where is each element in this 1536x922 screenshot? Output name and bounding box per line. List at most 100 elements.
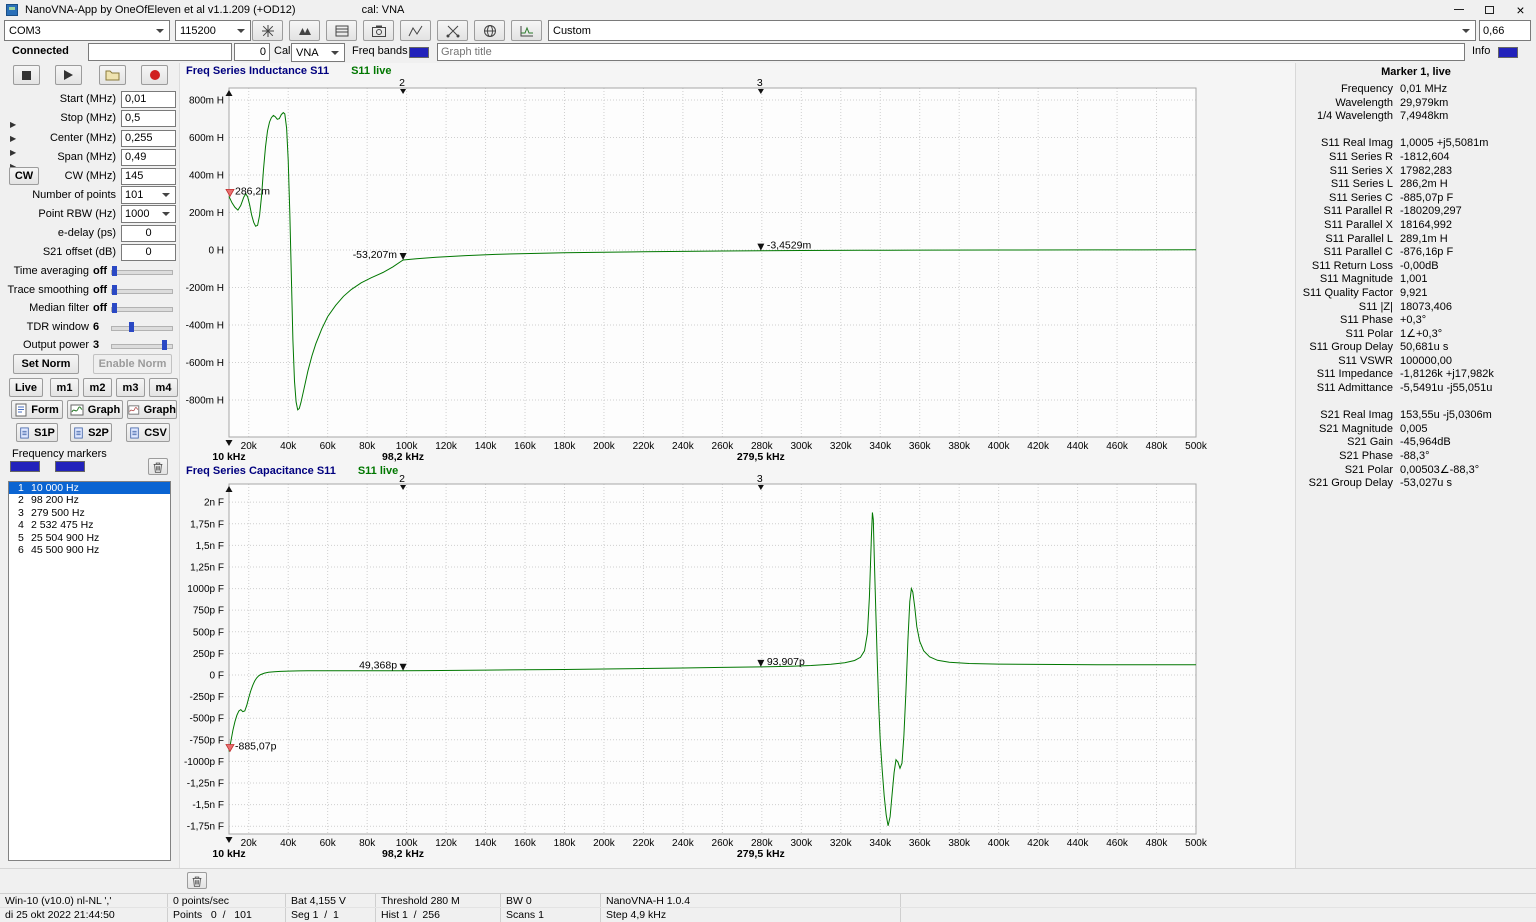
cw-mhz-label: CW (MHz): [39, 170, 121, 182]
slider-handle[interactable]: [162, 340, 167, 350]
graph-title-input[interactable]: [437, 43, 1465, 61]
span-mhz-input[interactable]: [121, 149, 176, 166]
slider-handle[interactable]: [112, 303, 117, 313]
rbw-combo[interactable]: 1000: [121, 205, 176, 223]
marker-frequency: 25 504 900 Hz: [31, 532, 99, 544]
stop-button[interactable]: [13, 65, 40, 85]
center-mhz-input[interactable]: [121, 130, 176, 147]
tdr-window-slider[interactable]: [111, 321, 173, 333]
window-title: NanoVNA-App by OneOfEleven et al v1.1.20…: [25, 4, 296, 16]
trace-live-button[interactable]: Live: [9, 378, 43, 397]
svg-text:40k: 40k: [280, 441, 297, 452]
readout-row: Wavelength29,979km: [1296, 97, 1536, 111]
output-power-label: Output power: [0, 339, 89, 351]
svg-text:500k: 500k: [1185, 441, 1208, 452]
s21-offset-input[interactable]: [121, 244, 176, 261]
svg-text:600m H: 600m H: [189, 133, 224, 144]
enable-norm-button[interactable]: Enable Norm: [93, 354, 172, 374]
count-input[interactable]: [234, 43, 270, 61]
inductance-chart[interactable]: 20k40k60k80k100k120k140k160k180k200k220k…: [180, 78, 1295, 466]
freq-bands-color-swatch[interactable]: [409, 47, 429, 58]
tdr-icon-button[interactable]: [511, 20, 542, 41]
save-s1p-button[interactable]: S1P: [16, 423, 58, 442]
trace-smoothing-slider[interactable]: [111, 284, 173, 296]
cal-mode-combo[interactable]: VNA: [291, 43, 345, 62]
record-button[interactable]: [141, 65, 168, 85]
readout-row: S11 Series L286,2m H: [1296, 178, 1536, 192]
readout-label: S11 Admittance: [1296, 382, 1393, 396]
chart-trash-button[interactable]: [187, 872, 207, 889]
custom-preset-combo[interactable]: Custom: [548, 20, 1476, 41]
play-button[interactable]: [55, 65, 82, 85]
graph-view-button-2[interactable]: Graph: [127, 400, 177, 419]
panes-icon-button[interactable]: [326, 20, 357, 41]
readout-row: S11 VSWR100000,00: [1296, 355, 1536, 369]
file-icon: [129, 426, 140, 440]
slider-handle[interactable]: [112, 285, 117, 295]
graph-view-button-1[interactable]: Graph: [67, 400, 123, 419]
stop-mhz-input[interactable]: [121, 110, 176, 127]
status-cell: Seg 1 / 1: [286, 908, 376, 922]
calibrate-icon-button[interactable]: [252, 20, 283, 41]
cw-mhz-input[interactable]: [121, 168, 176, 185]
capacitance-chart[interactable]: 20k40k60k80k100k120k140k160k180k200k220k…: [180, 474, 1295, 862]
baud-rate-combo[interactable]: 115200: [175, 20, 251, 41]
connection-info-input[interactable]: [88, 43, 232, 61]
screenshot-icon-button[interactable]: [363, 20, 394, 41]
output-power-slider[interactable]: [111, 339, 173, 351]
svg-text:440k: 440k: [1067, 838, 1090, 849]
save-s2p-button[interactable]: S2P: [70, 423, 112, 442]
status-cell: Threshold 280 M: [376, 894, 501, 907]
close-button[interactable]: ×: [1505, 0, 1536, 19]
readout-row: S21 Group Delay-53,027u s: [1296, 477, 1536, 491]
readout-label: S21 Gain: [1296, 436, 1393, 450]
com-port-combo[interactable]: COM3: [4, 20, 170, 41]
autoscale-icon-button[interactable]: [289, 20, 320, 41]
web-icon-button[interactable]: [474, 20, 505, 41]
slider-handle[interactable]: [112, 266, 117, 276]
edit-icon-button[interactable]: [437, 20, 468, 41]
save-csv-button[interactable]: CSV: [126, 423, 170, 442]
readout-value: 18164,992: [1400, 219, 1452, 233]
svg-text:60k: 60k: [320, 441, 337, 452]
marker-color-swatch-2[interactable]: [55, 461, 85, 472]
marker-list-item[interactable]: 3279 500 Hz: [9, 507, 170, 519]
status-row-1: Win-10 (v10.0) nl-NL ','0 points/secBat …: [0, 894, 1536, 908]
svg-text:-1,5n F: -1,5n F: [192, 800, 224, 811]
marker-list-item[interactable]: 298 200 Hz: [9, 494, 170, 506]
trace-m4-button[interactable]: m4: [149, 378, 178, 397]
info-color-swatch[interactable]: [1498, 47, 1518, 58]
scale-value-input[interactable]: [1479, 20, 1531, 41]
slider-handle[interactable]: [129, 322, 134, 332]
marker-value-label: -53,207m: [353, 249, 398, 261]
trace-m2-button[interactable]: m2: [83, 378, 112, 397]
center-mhz-label: Center (MHz): [0, 132, 121, 144]
open-file-button[interactable]: [99, 65, 126, 85]
set-norm-button[interactable]: Set Norm: [13, 354, 79, 374]
trace-m3-button[interactable]: m3: [116, 378, 145, 397]
sweep-icon-button[interactable]: [400, 20, 431, 41]
maximize-button[interactable]: [1474, 0, 1505, 19]
time-averaging-slider[interactable]: [111, 265, 173, 277]
marker-list-item[interactable]: 645 500 900 Hz: [9, 544, 170, 556]
readout-label: S11 Parallel L: [1296, 233, 1393, 247]
trace-m1-button[interactable]: m1: [50, 378, 79, 397]
start-mhz-input[interactable]: [121, 91, 176, 108]
frequency-marker-list[interactable]: 110 000 Hz298 200 Hz3279 500 Hz42 532 47…: [8, 481, 171, 861]
marker-list-item[interactable]: 42 532 475 Hz: [9, 519, 170, 531]
marker-color-swatch-1[interactable]: [10, 461, 40, 472]
minimize-button[interactable]: [1443, 0, 1474, 19]
delete-markers-button[interactable]: [148, 458, 168, 475]
cw-button[interactable]: CW: [9, 167, 39, 185]
points-combo[interactable]: 101: [121, 186, 176, 204]
trace-label: S11 live: [351, 65, 391, 77]
form-view-button[interactable]: Form: [11, 400, 63, 419]
calibrate-icon: [260, 24, 276, 38]
marker-frequency: 10 000 Hz: [31, 482, 79, 494]
e-delay-input[interactable]: [121, 225, 176, 242]
readout-value: 289,1m H: [1400, 233, 1448, 247]
marker-list-item[interactable]: 525 504 900 Hz: [9, 532, 170, 544]
median-filter-slider[interactable]: [111, 302, 173, 314]
marker-list-item[interactable]: 110 000 Hz: [9, 482, 170, 494]
marker-value-label: 93,907p: [767, 656, 805, 668]
